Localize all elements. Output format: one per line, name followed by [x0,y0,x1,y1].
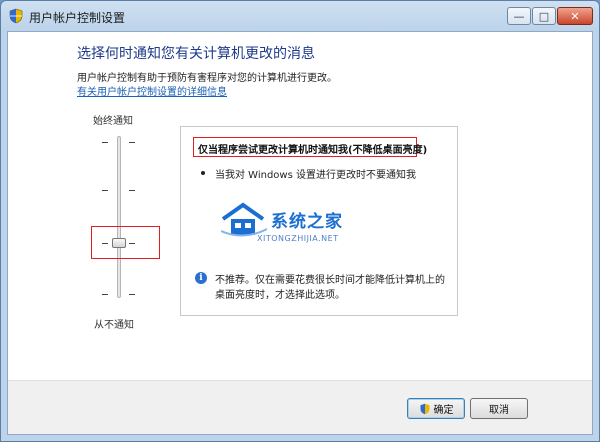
setting-bullet: 当我对 Windows 设置进行更改时不要通知我 [215,170,416,181]
caption-buttons: — □ ✕ [506,7,593,25]
description-text: 用户帐户控制有助于预防有害程序对您的计算机进行更改。 [77,73,337,84]
page-title: 选择何时通知您有关计算机更改的消息 [77,46,315,62]
slider-tick [102,294,108,295]
setting-info-text: 不推荐。仅在需要花费很长时间才能降低计算机上的桌面亮度时，才选择此选项。 [215,275,445,301]
slider-thumb[interactable] [112,238,126,248]
uac-shield-icon [420,403,429,414]
setting-description-panel: 仅当程序尝试更改计算机时通知我(不降低桌面亮度) 当我对 Windows 设置进… [180,126,458,316]
uac-details-link[interactable]: 有关用户帐户控制设置的详细信息 [77,83,227,98]
info-icon: i [195,272,207,284]
slider-tick [102,190,108,191]
slider-top-label: 始终通知 [93,116,133,127]
watermark-url: XITONGZHIJIA.NET [257,234,339,243]
uac-shield-icon [9,8,23,24]
ok-button[interactable]: 确定 [407,398,465,419]
slider-tick [129,142,135,143]
maximize-button[interactable]: □ [532,7,556,25]
title-bar[interactable]: 用户帐户控制设置 — □ ✕ [1,1,599,31]
slider-tick [129,294,135,295]
ok-button-label: 确定 [433,405,454,416]
watermark-logo: 系统之家 XITONGZHIJIA.NET [221,201,391,251]
window-title: 用户帐户控制设置 [29,11,126,25]
cancel-button[interactable]: 取消 [470,398,528,419]
watermark-text: 系统之家 [271,212,343,232]
setting-title: 仅当程序尝试更改计算机时通知我(不降低桌面亮度) [198,145,428,156]
client-area: 选择何时通知您有关计算机更改的消息 用户帐户控制有助于预防有害程序对您的计算机进… [7,31,593,435]
slider-tick [129,190,135,191]
setting-title-highlight: 仅当程序尝试更改计算机时通知我(不降低桌面亮度) [193,137,427,157]
slider-bottom-label: 从不通知 [94,320,134,331]
notification-slider-track[interactable] [117,136,121,298]
uac-settings-window: 用户帐户控制设置 — □ ✕ 选择何时通知您有关计算机更改的消息 用户帐户控制有… [0,0,600,442]
bullet-icon [201,171,205,175]
minimize-button[interactable]: — [507,7,531,25]
slider-tick [102,142,108,143]
close-button[interactable]: ✕ [557,7,593,25]
